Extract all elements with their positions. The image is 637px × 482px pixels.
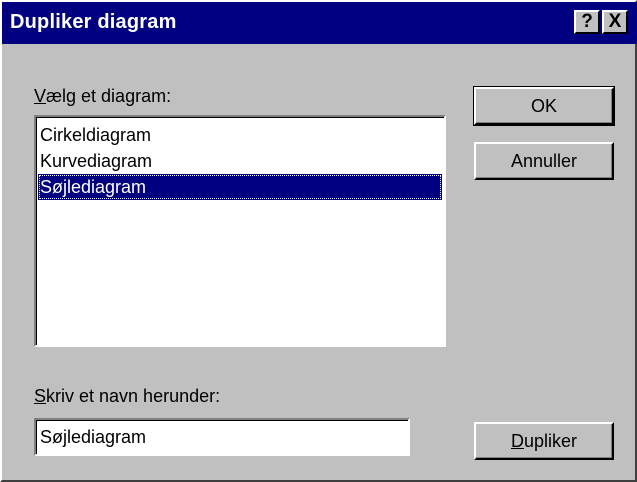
- name-label-text: kriv et navn herunder:: [46, 386, 221, 406]
- choose-diagram-label: Vælg et diagram:: [34, 86, 171, 107]
- duplicate-button-text: upliker: [523, 430, 578, 451]
- title-bar[interactable]: Dupliker diagram ? X: [2, 2, 637, 44]
- ok-button[interactable]: OK: [473, 86, 615, 126]
- list-item[interactable]: Kurvediagram: [38, 148, 442, 174]
- close-button[interactable]: X: [602, 10, 628, 34]
- duplicate-button-accel: D: [510, 430, 524, 451]
- diagram-name-input[interactable]: [34, 418, 410, 456]
- close-icon: X: [608, 11, 622, 32]
- diagram-list: Cirkeldiagram Kurvediagram Søjlediagram: [36, 117, 444, 200]
- diagram-listbox[interactable]: Cirkeldiagram Kurvediagram Søjlediagram: [34, 115, 446, 347]
- cancel-button[interactable]: Annuller: [474, 142, 614, 180]
- window-title: Dupliker diagram: [10, 11, 177, 33]
- list-item[interactable]: Søjlediagram: [38, 174, 442, 200]
- choose-diagram-label-accel: V: [34, 86, 47, 106]
- question-mark-icon: ?: [581, 11, 593, 32]
- duplicate-diagram-dialog: Dupliker diagram ? X Vælg et diagram: Ci…: [0, 0, 637, 482]
- choose-diagram-label-text: ælg et diagram:: [46, 86, 172, 106]
- list-item[interactable]: Cirkeldiagram: [38, 122, 442, 148]
- name-label-accel: S: [34, 386, 47, 406]
- name-label: Skriv et navn herunder:: [34, 386, 220, 407]
- duplicate-button[interactable]: Dupliker: [474, 422, 614, 460]
- help-button[interactable]: ?: [574, 10, 600, 34]
